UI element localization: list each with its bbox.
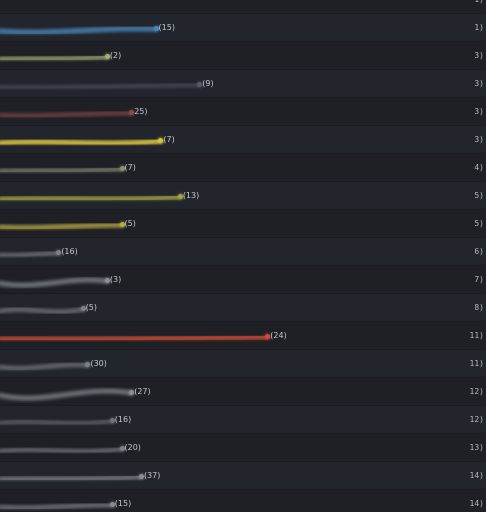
count-label: (5) (124, 219, 136, 228)
trail-stroke (0, 222, 124, 230)
count-label: (20) (124, 443, 141, 452)
count-label: (16) (114, 415, 132, 424)
trail-stroke (0, 475, 143, 481)
count-label: (30) (90, 359, 107, 368)
ranking-list: 1)1)3)3)3)3)4)5)5)6)7)8)11)11)12)12)13)1… (0, 0, 486, 512)
count-label: (16) (61, 247, 78, 256)
count-label: (24) (270, 331, 287, 340)
count-label: (9) (202, 79, 214, 88)
count-label: (2) (109, 51, 122, 60)
trail-stroke (0, 54, 109, 62)
trail-stroke (0, 194, 183, 202)
count-label: (37) (143, 471, 161, 480)
count-label: (5) (85, 303, 97, 312)
count-label: (15) (158, 23, 175, 32)
count-label: (3) (109, 275, 122, 284)
trail-stroke (0, 138, 163, 146)
count-label: (7) (124, 163, 136, 172)
count-label: (13) (182, 191, 200, 200)
trail-stroke (0, 419, 114, 426)
count-label: (7) (163, 135, 175, 144)
trail-stroke (0, 334, 270, 342)
count-label: (15) (114, 499, 132, 508)
trail-stroke (0, 447, 124, 454)
trail-stroke (0, 167, 124, 173)
count-label: (27) (134, 387, 151, 396)
count-label: 25) (134, 107, 148, 116)
